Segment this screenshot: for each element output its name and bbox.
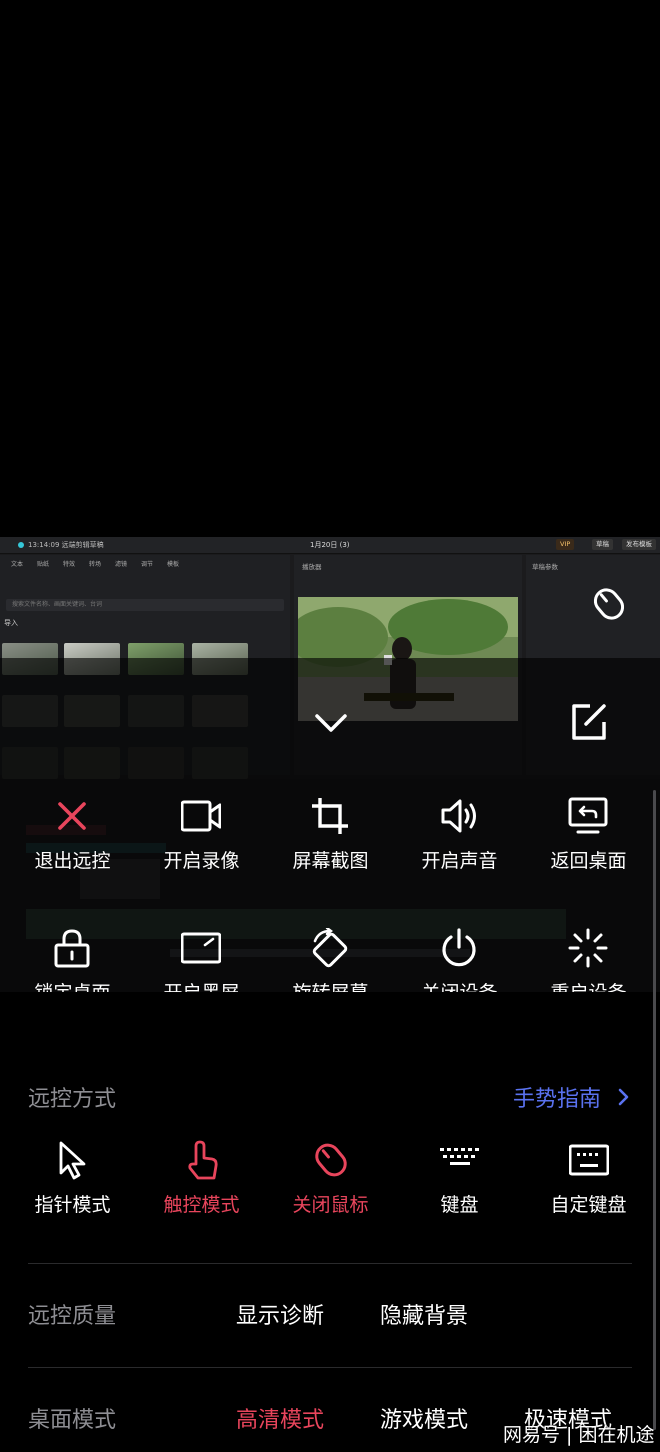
remote-tool: 转场: [88, 561, 101, 568]
remote-app-titlebar: 13:14:09 远端剪辑草稿 1月20日 (3) VIP 草稿 发布模板: [0, 537, 660, 554]
black-screen-icon: [181, 932, 221, 964]
desktop-mode-title: 桌面模式: [28, 1408, 117, 1433]
pointer-mode-label: 指针模式: [34, 1194, 111, 1216]
remote-props-title: 草稿参数: [532, 563, 558, 571]
remote-toolbar: 文本 贴纸 特效 转场 滤镜 调节 模板: [4, 559, 186, 579]
enable-sound-label: 开启声音: [421, 850, 498, 872]
remote-tool: 特效: [62, 561, 75, 568]
video-camera-icon: [181, 800, 221, 832]
touch-mode-button[interactable]: 触控模式: [137, 1140, 266, 1230]
quality-title: 远控质量: [28, 1304, 117, 1329]
chevron-right-icon: [611, 1087, 630, 1112]
edit-button[interactable]: [566, 700, 612, 746]
disable-mouse-label: 关闭鼠标: [292, 1194, 369, 1216]
divider: [28, 1367, 632, 1368]
remote-draft-button: 草稿: [592, 539, 613, 550]
power-icon: [442, 928, 476, 967]
edit-icon: [572, 704, 606, 740]
custom-keyboard-button[interactable]: 自定键盘: [524, 1140, 653, 1230]
remote-search-box: 搜索文件名称、画面关键词、台词: [6, 599, 284, 611]
start-recording-label: 开启录像: [163, 850, 240, 872]
chevron-down-icon: [315, 714, 347, 732]
show-diagnostics-option[interactable]: 显示诊断: [236, 1298, 324, 1330]
keyboard-icon: [440, 1148, 479, 1165]
floating-mouse-button[interactable]: [585, 580, 633, 628]
remote-tool: 贴纸: [36, 561, 49, 568]
return-desktop-icon: [568, 797, 608, 834]
hd-mode-option[interactable]: 高清模式: [236, 1402, 324, 1434]
mouse-icon: [593, 588, 625, 620]
screenshot-label: 屏幕截图: [292, 850, 369, 872]
keyboard-label: 键盘: [440, 1194, 479, 1216]
rotate-screen-icon: [312, 928, 348, 968]
remote-publish-button: 发布模板: [622, 539, 656, 550]
pointer-icon: [59, 1141, 86, 1180]
custom-keyboard-label: 自定键盘: [550, 1194, 627, 1216]
remote-tool: 模板: [166, 561, 179, 568]
exit-remote-label: 退出远控: [34, 850, 111, 872]
remote-tool: 滤镜: [114, 561, 127, 568]
game-mode-option[interactable]: 游戏模式: [380, 1402, 468, 1434]
mouse-icon: [315, 1143, 347, 1177]
lock-icon: [54, 929, 90, 968]
remote-player-title: 播放器: [302, 563, 322, 571]
remote-tool: 调节: [140, 561, 153, 568]
collapse-button[interactable]: [308, 700, 354, 746]
divider: [28, 1263, 632, 1264]
touch-icon: [188, 1140, 218, 1180]
control-mode-title: 远控方式: [28, 1087, 117, 1112]
scrollbar[interactable]: [653, 790, 656, 1430]
close-icon: [58, 802, 86, 830]
start-recording-button[interactable]: 开启录像: [137, 796, 266, 906]
hide-background-option[interactable]: 隐藏背景: [380, 1298, 468, 1330]
return-desktop-button[interactable]: 返回桌面: [524, 796, 653, 906]
pointer-mode-button[interactable]: 指针模式: [8, 1140, 137, 1230]
remote-project-label: 13:14:09 远端剪辑草稿: [28, 541, 104, 549]
custom-keyboard-icon: [569, 1144, 609, 1176]
remote-vip-badge: VIP: [556, 539, 575, 550]
remote-date-title: 1月20日 (3): [310, 541, 350, 549]
enable-sound-button[interactable]: 开启声音: [395, 796, 524, 906]
remote-import-label: 导入: [4, 619, 18, 627]
return-desktop-label: 返回桌面: [550, 850, 627, 872]
app-logo-icon: [18, 542, 24, 548]
keyboard-button[interactable]: 键盘: [395, 1140, 524, 1230]
speaker-icon: [441, 799, 476, 833]
touch-mode-label: 触控模式: [163, 1194, 240, 1216]
exit-remote-button[interactable]: 退出远控: [8, 796, 137, 906]
remote-tool: 文本: [10, 561, 23, 568]
watermark: 网易号 | 困在机途: [503, 1424, 655, 1446]
restart-icon: [568, 928, 608, 968]
gesture-guide-link[interactable]: 手势指南: [513, 1081, 630, 1113]
screenshot-button[interactable]: 屏幕截图: [266, 796, 395, 906]
crop-icon: [312, 798, 348, 834]
disable-mouse-button[interactable]: 关闭鼠标: [266, 1140, 395, 1230]
gesture-guide-label: 手势指南: [512, 1087, 601, 1112]
